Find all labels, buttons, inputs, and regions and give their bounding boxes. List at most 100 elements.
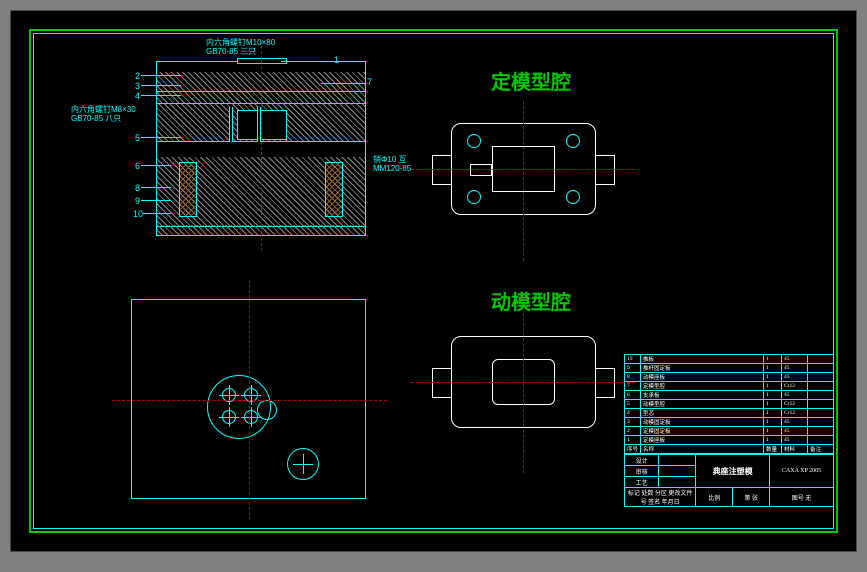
parts-cell-qty: 1 [764, 418, 782, 427]
parts-cell-no: 6 [625, 391, 641, 400]
centerline-v [261, 41, 262, 251]
parts-cell-note [808, 409, 834, 418]
parts-cell-no: 3 [625, 418, 641, 427]
parts-cell-no: 4 [625, 409, 641, 418]
parts-cell-note [808, 382, 834, 391]
label-design: 设计 [625, 455, 659, 466]
parts-cell-no: 5 [625, 400, 641, 409]
parts-cell-mat: 45 [782, 391, 808, 400]
cross-icon [244, 410, 258, 424]
parts-cell-mat: 45 [782, 355, 808, 364]
col-mat: 材料 [782, 445, 808, 454]
cross-icon [296, 457, 310, 471]
locating-hole [257, 400, 277, 420]
parts-cell-name: 动模固定板 [641, 418, 764, 427]
parts-cell-qty: 1 [764, 355, 782, 364]
parts-cell-mat: 45 [782, 364, 808, 373]
drawing-number: 图号 无 [770, 488, 834, 507]
value-process [659, 477, 696, 488]
parts-cell-qty: 1 [764, 382, 782, 391]
parts-cell-note [808, 391, 834, 400]
balloon-9: 9 [135, 196, 140, 206]
parts-cell-no: 8 [625, 373, 641, 382]
corner-hole [467, 190, 481, 204]
balloon-7: 7 [367, 77, 372, 87]
parts-cell-mat: Cr12 [782, 382, 808, 391]
callout-line: MM120-85 [373, 165, 411, 174]
col-name: 名称 [641, 445, 764, 454]
parts-cell-note [808, 364, 834, 373]
callout-pin: 销Φ10 互 MM120-85 [373, 156, 411, 174]
parts-cell-no: 2 [625, 427, 641, 436]
parts-cell-note [808, 400, 834, 409]
balloon-4: 4 [135, 91, 140, 101]
parts-cell-mat: 45 [782, 436, 808, 445]
leader-line [141, 85, 181, 86]
parts-cell-qty: 1 [764, 427, 782, 436]
pillar-right [325, 162, 343, 217]
col-qty: 数量 [764, 445, 782, 454]
parts-header-row: 序号 名称 数量 材料 备注 [625, 445, 834, 454]
side-tab-left [432, 155, 452, 185]
drawing-title: 典座注塑模 [696, 455, 770, 488]
leader-line [281, 61, 331, 62]
centerline-v [523, 313, 524, 473]
parts-cell-name: 定模座板 [641, 436, 764, 445]
leader-line [141, 187, 171, 188]
pillar-left [179, 162, 197, 217]
balloon-1: 1 [334, 55, 339, 65]
title-block: 10推板1459推杆固定板1458动模座板1457定模型腔1Cr126支承板14… [624, 354, 834, 529]
leader-line [321, 83, 365, 84]
callout-side-bolt: 内六角螺钉M8×30 GB70-85 八只 [71, 106, 136, 124]
ejector-pin [229, 107, 233, 142]
parts-cell-mat: 45 [782, 373, 808, 382]
balloon-10: 10 [133, 209, 143, 219]
value-design [659, 455, 696, 466]
leader-line [143, 213, 171, 214]
parts-cell-qty: 1 [764, 436, 782, 445]
parts-row: 7定模型腔1Cr12 [625, 382, 834, 391]
parts-cell-name: 定模型腔 [641, 382, 764, 391]
parts-cell-qty: 1 [764, 364, 782, 373]
parts-cell-name: 型芯 [641, 409, 764, 418]
parts-cell-note [808, 436, 834, 445]
corner-hole [566, 134, 580, 148]
parts-row: 3动模固定板145 [625, 418, 834, 427]
parts-cell-note [808, 355, 834, 364]
side-tab-right [595, 155, 615, 185]
parts-row: 10推板145 [625, 355, 834, 364]
col-no: 序号 [625, 445, 641, 454]
leader-line [141, 75, 181, 76]
centerline-h [411, 382, 635, 383]
parts-cell-qty: 1 [764, 373, 782, 382]
cad-viewport[interactable]: 1 2 3 4 5 6 8 9 10 7 内六角螺钉M10×80 GB70-85… [10, 10, 857, 552]
parts-cell-note [808, 373, 834, 382]
label-scale: 比例 [696, 488, 733, 507]
cavity-void [237, 110, 287, 140]
parts-row: 1定模座板145 [625, 436, 834, 445]
parts-row: 6支承板145 [625, 391, 834, 400]
parts-row: 8动模座板145 [625, 373, 834, 382]
balloon-5: 5 [135, 133, 140, 143]
parts-row: 9推杆固定板145 [625, 364, 834, 373]
balloon-8: 8 [135, 183, 140, 193]
parts-cell-mat: 45 [782, 418, 808, 427]
centerline-h [411, 169, 635, 170]
parts-row: 4型芯1Cr12 [625, 409, 834, 418]
parts-list-table: 10推板1459推杆固定板1458动模座板1457定模型腔1Cr126支承板14… [624, 354, 834, 454]
side-tab-right [595, 368, 615, 398]
callout-line: GB70-85 八只 [71, 115, 136, 124]
parts-cell-name: 动模型腔 [641, 400, 764, 409]
label-fixed-cavity: 定模型腔 [491, 66, 571, 95]
corner-hole [467, 134, 481, 148]
parts-row: 2定模固定板145 [625, 427, 834, 436]
slot-feature [470, 164, 492, 176]
parts-cell-no: 9 [625, 364, 641, 373]
parts-cell-mat: 45 [782, 427, 808, 436]
balloon-6: 6 [135, 161, 140, 171]
leader-line [141, 95, 181, 96]
parts-cell-name: 动模座板 [641, 373, 764, 382]
plan-view [131, 299, 366, 499]
corner-hole [566, 190, 580, 204]
label-check: 审核 [625, 466, 659, 477]
